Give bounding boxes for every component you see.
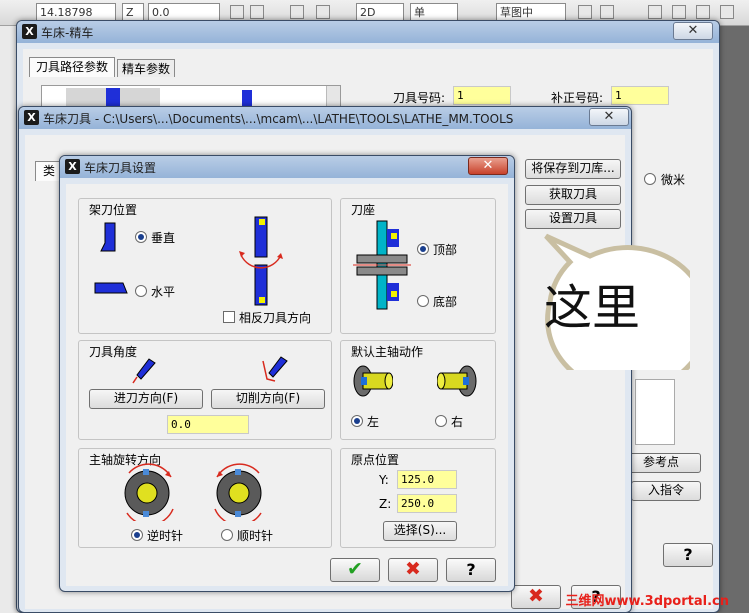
turret-group: 刀座 顶部 底部 [340,198,496,334]
get-tool-button[interactable]: 获取刀具 [525,185,621,205]
toolbar-tool-icon[interactable] [578,5,592,19]
spindle-right-icon [437,365,477,397]
reverse-tool-icon [239,216,283,306]
spindle-action-title: 默认主轴动作 [351,345,424,359]
close-button[interactable]: ✕ [589,108,629,126]
cancel-button[interactable]: ✖ [511,585,561,609]
vertical-label: 垂直 [151,231,176,245]
vertical-tool-icon [100,222,116,252]
help-button[interactable]: ? [663,543,713,567]
ok-button[interactable]: ✔ [330,558,380,582]
select-origin-button[interactable]: 选择(S)... [383,521,457,541]
feed-direction-button[interactable]: 进刀方向(F) [89,389,203,409]
horizontal-tool-icon [94,282,128,294]
mastercam-logo-icon: X [24,110,39,125]
ccw-label: 逆时针 [147,529,184,543]
close-button[interactable]: ✕ [673,22,713,40]
turret-bottom-radio[interactable] [417,295,429,307]
help-icon[interactable] [316,5,330,19]
ccw-rotation-icon [124,463,174,521]
mount-position-group: 架刀位置 垂直 水平 相反刀具方向 [78,198,332,334]
tool-number-field[interactable]: 1 [453,86,511,105]
cw-rotation-icon [214,463,262,521]
cancel-button[interactable]: ✖ [388,558,438,582]
watermark: 三维网www.3dportal.cn [565,594,729,609]
turret-title: 刀座 [351,203,376,217]
spindle-left-radio[interactable] [351,415,363,427]
scrollbar[interactable] [326,86,340,108]
mastercam-logo-icon: X [65,159,80,174]
origin-position-group: 原点位置 Y: 125.0 Z: 250.0 选择(S)... [340,448,496,548]
turret-icon [353,220,411,310]
origin-y-label: Y: [379,473,389,487]
lathe-tool-manager-title: 车床刀具 - C:\Users\...\Documents\...\mcam\.… [43,112,514,126]
vertical-radio[interactable] [135,231,147,243]
spindle-right-label: 右 [451,415,464,429]
cut-direction-icon [262,356,288,382]
tab-finish-params[interactable]: 精车参数 [117,59,175,77]
toolbar-tool-icon[interactable] [290,5,304,19]
spindle-rotation-group: 主轴旋转方向 逆时针 顺时针 [78,448,332,548]
horizontal-radio[interactable] [135,285,147,297]
origin-z-field[interactable]: 250.0 [397,494,457,513]
spindle-left-label: 左 [367,415,380,429]
toolbar-tool-icon[interactable] [250,5,264,19]
lathe-finish-titlebar: X 车床-精车 ✕ [17,21,719,43]
tab-toolpath-params[interactable]: 刀具路径参数 [29,57,115,77]
reverse-direction-label: 相反刀具方向 [239,311,312,325]
lathe-finish-title: 车床-精车 [41,26,94,40]
toolbar-tool-icon[interactable] [648,5,662,19]
spindle-action-group: 默认主轴动作 左 右 [340,340,496,440]
cw-radio[interactable] [221,529,233,541]
turret-top-radio[interactable] [417,243,429,255]
offset-number-field[interactable]: 1 [611,86,669,105]
lathe-tool-manager-titlebar: X 车床刀具 - C:\Users\...\Documents\...\mcam… [19,107,631,129]
reference-point-button[interactable]: 参考点 [621,453,701,473]
help-button[interactable]: ? [446,558,496,582]
toolbar-tool-icon[interactable] [672,5,686,19]
callout-text: 这里 [544,280,641,336]
origin-position-title: 原点位置 [351,453,400,467]
insert-command-button[interactable]: 入指令 [631,481,701,501]
reverse-direction-checkbox[interactable] [223,311,235,323]
offset-number-label: 补正号码: [551,91,604,105]
tool-number-label: 刀具号码: [393,91,446,105]
mastercam-logo-icon: X [22,24,37,39]
tool-angle-field[interactable]: 0.0 [167,415,249,434]
ccw-radio[interactable] [131,529,143,541]
origin-y-field[interactable]: 125.0 [397,470,457,489]
close-button[interactable]: ✕ [468,157,508,175]
lathe-tool-setup-dialog: X 车床刀具设置 ✕ 架刀位置 垂直 水平 相反刀具方向 刀座 顶部 底部 刀具… [59,155,515,592]
micron-radio[interactable] [644,173,656,185]
turret-bottom-label: 底部 [433,295,458,309]
toolbar-tool-icon[interactable] [720,5,734,19]
toolbar-tool-icon[interactable] [696,5,710,19]
tool-thumbnail-bar [106,88,120,108]
spindle-left-icon [353,365,393,397]
spindle-right-radio[interactable] [435,415,447,427]
mount-position-title: 架刀位置 [89,203,138,217]
cut-direction-button[interactable]: 切削方向(F) [211,389,325,409]
feed-direction-icon [132,358,156,384]
tool-angle-group: 刀具角度 进刀方向(F) 切削方向(F) 0.0 [78,340,332,440]
cw-label: 顺时针 [237,529,274,543]
micron-label: 微米 [661,173,686,187]
toolbar-tool-icon[interactable] [600,5,614,19]
toolbar-tool-icon[interactable] [230,5,244,19]
origin-z-label: Z: [379,497,392,511]
tool-angle-title: 刀具角度 [89,345,138,359]
tool-setup-titlebar: X 车床刀具设置 ✕ [60,156,514,178]
turret-top-label: 顶部 [433,243,458,257]
parameter-list[interactable] [635,379,675,445]
tool-setup-body: 架刀位置 垂直 水平 相反刀具方向 刀座 顶部 底部 刀具角度 进刀方向(F) … [66,184,508,586]
tool-setup-title: 车床刀具设置 [84,161,157,175]
horizontal-label: 水平 [151,285,176,299]
save-to-library-button[interactable]: 将保存到刀库... [525,159,621,179]
